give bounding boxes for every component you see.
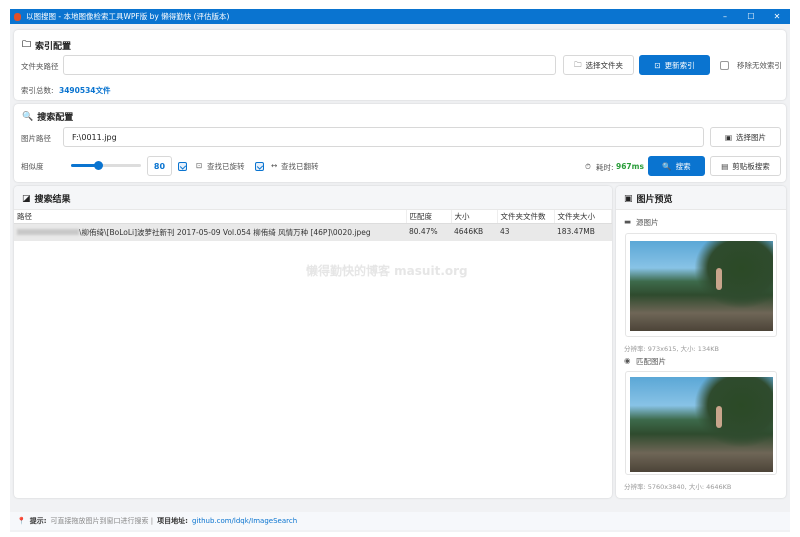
minimize-button[interactable]: – [712, 12, 738, 21]
tip-text: 可直接拖放图片到窗口进行搜索 | [50, 517, 154, 525]
close-button[interactable]: ✕ [764, 12, 790, 21]
select-folder-button[interactable]: 🗀 选择文件夹 [563, 55, 634, 75]
column-path[interactable]: 路径 [14, 210, 407, 224]
search-config-panel: 🔍 搜索配置 图片路径 F:\0011.jpg ▣ 选择图片 相似度 80 ⊡ 查找… [14, 104, 786, 182]
index-config-heading: 🗀 索引配置 [22, 37, 71, 53]
index-total-label: 索引总数: [21, 86, 54, 95]
match-image [630, 377, 773, 472]
index-heading-text: 索引配置 [35, 41, 72, 52]
folder-icon: 🗀 [574, 59, 582, 69]
match-image-label: 匹配图片 [636, 357, 666, 366]
match-image-icon: ◉ [624, 356, 631, 365]
row-folder-size: 183.47MB [557, 227, 595, 236]
rotate-icon: ⊡ [196, 161, 203, 170]
image-path-label: 图片路径 [21, 134, 51, 143]
preview-heading-text: 图片预览 [636, 195, 673, 205]
results-panel: ◪ 搜索结果 路径 匹配度 大小 文件夹文件数 文件夹大小 \柳侑绮\[BoLoL… [14, 186, 612, 498]
search-icon: 🔍 [662, 161, 672, 171]
image-path-input[interactable]: F:\0011.jpg [63, 127, 704, 147]
image-icon: ▣ [624, 193, 633, 204]
image-icon: ▣ [724, 132, 733, 142]
similarity-slider[interactable] [71, 161, 141, 170]
preview-heading: ▣ 图片预览 [624, 192, 778, 206]
maximize-button[interactable]: ☐ [738, 12, 764, 21]
clipboard-search-button[interactable]: ▤ 剪贴板搜索 [710, 156, 781, 176]
remove-invalid-checkbox[interactable] [720, 61, 729, 70]
row-size: 4646KB [454, 227, 484, 236]
column-match[interactable]: 匹配度 [406, 210, 452, 224]
index-config-panel: 🗀 索引配置 文件夹路径 🗀 选择文件夹 ⊡ 更新索引 移除无效索引 索引总数: 34… [14, 30, 786, 100]
column-folder-count[interactable]: 文件夹文件数 [497, 210, 555, 224]
results-heading-text: 搜索结果 [34, 195, 71, 205]
column-folder-size[interactable]: 文件夹大小 [554, 210, 612, 224]
app-icon [14, 12, 21, 21]
row-path: \柳侑绮\[BoLoLi]波萝社新刊 2017-05-09 Vol.054 柳侑… [14, 224, 406, 242]
match-image-frame [625, 371, 777, 475]
folder-icon: 🗀 [22, 40, 32, 50]
update-index-label: 更新索引 [664, 60, 695, 70]
timer-icon: ⏱ [585, 162, 591, 171]
elapsed-label: 耗时: [596, 163, 614, 172]
similarity-label: 相似度 [21, 162, 44, 171]
refresh-icon: ⊡ [654, 60, 661, 70]
update-index-button[interactable]: ⊡ 更新索引 [639, 55, 710, 75]
results-heading: ◪ 搜索结果 [22, 192, 604, 206]
project-label: 项目地址: [157, 517, 188, 525]
tip-label: 提示: [29, 517, 47, 525]
similarity-slider-thumb[interactable] [93, 161, 103, 170]
window-title: 以图搜图 - 本地图像检索工具WPF版 by 懒得勤快 (评估版本) [26, 12, 230, 21]
source-image [630, 241, 773, 331]
select-image-button[interactable]: ▣ 选择图片 [710, 127, 781, 147]
find-flipped-checkbox[interactable] [255, 162, 264, 171]
folder-path-input[interactable] [63, 55, 556, 75]
clipboard-icon: ▤ [721, 161, 729, 171]
find-flipped-label: 查找已翻转 [281, 162, 319, 171]
column-size[interactable]: 大小 [451, 210, 498, 224]
project-link[interactable]: github.com/ldqk/ImageSearch [192, 517, 297, 525]
results-table: 路径 匹配度 大小 文件夹文件数 文件夹大小 \柳侑绮\[BoLoLi]波萝社新… [14, 210, 612, 241]
table-header-row: 路径 匹配度 大小 文件夹文件数 文件夹大小 [14, 210, 612, 224]
table-row[interactable]: \柳侑绮\[BoLoLi]波萝社新刊 2017-05-09 Vol.054 柳侑… [14, 223, 612, 242]
search-heading-text: 搜索配置 [37, 113, 74, 123]
clipboard-search-label: 剪贴板搜索 [732, 161, 770, 171]
remove-invalid-label: 移除无效索引 [737, 61, 782, 70]
preview-panel: ▣ 图片预览 ▬ 源图片 分辨率: 973x615, 大小: 134KB ◉ 匹配… [616, 186, 786, 498]
row-path-text: \柳侑绮\[BoLoLi]波萝社新刊 2017-05-09 Vol.054 柳侑… [79, 228, 371, 237]
source-image-label: 源图片 [636, 218, 659, 227]
status-bar: 📍 提示: 可直接拖放图片到窗口进行搜索 | 项目地址: github.com/… [10, 512, 790, 530]
find-rotated-label: 查找已旋转 [207, 162, 245, 171]
similarity-value-input[interactable]: 80 [147, 156, 172, 176]
select-image-label: 选择图片 [736, 132, 767, 142]
search-config-heading: 🔍 搜索配置 [22, 110, 74, 124]
source-image-icon: ▬ [624, 217, 632, 226]
results-header: ◪ 搜索结果 [14, 186, 612, 210]
elapsed-value: 967ms [616, 162, 644, 171]
source-image-frame [625, 233, 777, 337]
source-image-info: 分辨率: 973x615, 大小: 134KB [624, 345, 719, 353]
app-body: 🗀 索引配置 文件夹路径 🗀 选择文件夹 ⊡ 更新索引 移除无效索引 索引总数: 34… [10, 24, 790, 532]
search-icon: 🔍 [22, 111, 34, 122]
blurred-path-prefix [17, 229, 79, 235]
title-bar: 以图搜图 - 本地图像检索工具WPF版 by 懒得勤快 (评估版本) – ☐ ✕ [10, 9, 790, 24]
folder-path-label: 文件夹路径 [21, 62, 59, 71]
results-icon: ◪ [22, 193, 31, 204]
search-button[interactable]: 🔍 搜索 [648, 156, 705, 176]
preview-header: ▣ 图片预览 [616, 186, 786, 210]
flip-icon: ↔ [271, 161, 278, 170]
match-image-info: 分辨率: 5760x3840, 大小: 4646KB [624, 483, 732, 491]
row-folder-count: 43 [500, 227, 510, 236]
location-icon: 📍 [17, 517, 26, 525]
find-rotated-checkbox[interactable] [178, 162, 187, 171]
select-folder-label: 选择文件夹 [585, 60, 624, 70]
row-match: 80.47% [409, 227, 438, 236]
index-total-value: 3490534文件 [59, 86, 111, 95]
search-button-label: 搜索 [675, 161, 691, 171]
watermark: 懒得勤快的博客 masuit.org [306, 264, 468, 278]
